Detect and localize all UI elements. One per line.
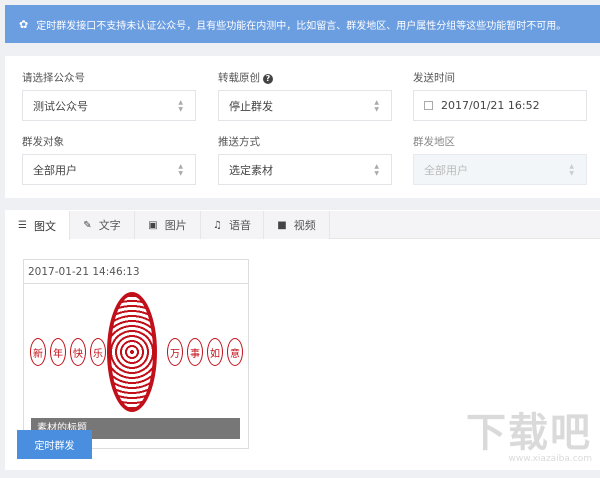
tab-voice[interactable]: ♫ 语音 [201,211,264,239]
image-char: 万 [167,338,183,366]
ornament-medallion [107,292,157,412]
select-arrows-icon: ▲ ▼ [178,99,183,113]
edit-icon: ✎ [83,219,92,231]
tab-news[interactable]: ☰ 图文 [5,211,70,240]
account-value: 测试公众号 [33,99,88,113]
select-arrows-icon: ▲ ▼ [374,99,379,113]
send-time-label: 发送时间 [413,72,455,84]
image-chars-left: 新 年 快 乐 [30,338,106,366]
reprint-select[interactable]: 停止群发 ▲ ▼ [218,90,392,121]
push-mode-value: 选定素材 [229,163,273,177]
select-arrows-icon: ▲ ▼ [569,163,574,177]
image-char: 意 [227,338,243,366]
target-select[interactable]: 全部用户 ▲ ▼ [22,154,196,185]
image-chars-right: 万 事 如 意 [167,338,243,366]
account-select[interactable]: 测试公众号 ▲ ▼ [22,90,196,121]
push-mode-select[interactable]: 选定素材 ▲ ▼ [218,154,392,185]
tab-label: 图片 [164,219,187,232]
image-icon: ▣ [148,219,158,231]
music-icon: ♫ [213,219,222,231]
schedule-send-button[interactable]: 定时群发 [17,430,92,459]
send-time-value: 2017/01/21 16:52 [441,99,540,112]
notice-text: 定时群发接口不支持未认证公众号，且有些功能在内测中，比如留言、群发地区、用户属性… [36,20,567,32]
watermark-logo: 下载吧 [466,410,592,456]
content-type-tabs: ☰ 图文 ✎ 文字 ▣ 图片 ♫ 语音 ■ 视频 [5,211,600,240]
tab-label: 语音 [228,219,251,232]
help-icon[interactable]: ? [263,74,273,84]
account-label: 请选择公众号 [22,72,85,84]
material-date: 2017-01-21 14:46:13 [24,260,248,284]
target-value: 全部用户 [33,163,77,177]
region-select: 全部用户 ▲ ▼ [413,154,587,185]
watermark: 下载吧 www.xiazaiba.com [466,412,592,464]
image-char: 乐 [90,338,106,366]
reprint-value: 停止群发 [229,99,273,113]
material-image: 新 年 快 乐 万 事 如 意 素材的标题 [24,284,248,448]
send-time-input[interactable]: 2017/01/21 16:52 [413,90,587,121]
region-label: 群发地区 [413,136,455,148]
image-char: 新 [30,338,46,366]
tab-video[interactable]: ■ 视频 [264,211,330,239]
image-char: 如 [207,338,223,366]
reprint-label: 转载原创? [218,70,273,85]
select-arrows-icon: ▲ ▼ [374,163,379,177]
region-value: 全部用户 [424,163,468,177]
video-icon: ■ [277,219,287,231]
calendar-icon [424,101,433,110]
material-card[interactable]: 2017-01-21 14:46:13 新 年 快 乐 万 事 如 意 素材的标… [23,259,249,449]
gear-icon: ✿ [19,17,29,31]
tab-label: 文字 [98,219,121,232]
content-panel: ☰ 图文 ✎ 文字 ▣ 图片 ♫ 语音 ■ 视频 2017-01-21 14:46:13 … [5,210,600,470]
push-mode-label: 推送方式 [218,136,260,148]
news-icon: ☰ [18,220,27,231]
tab-label: 图文 [33,219,56,233]
select-arrows-icon: ▲ ▼ [178,163,183,177]
image-char: 年 [50,338,66,366]
image-char: 事 [187,338,203,366]
settings-form: 请选择公众号 测试公众号 ▲ ▼ 转载原创? 停止群发 ▲ ▼ 发送时间 2017/01… [5,56,600,198]
tab-text[interactable]: ✎ 文字 [70,211,135,239]
tab-image[interactable]: ▣ 图片 [135,211,201,239]
target-label: 群发对象 [22,136,64,148]
tab-label: 视频 [293,219,316,232]
image-char: 快 [70,338,86,366]
notice-banner: ✿ 定时群发接口不支持未认证公众号，且有些功能在内测中，比如留言、群发地区、用户… [5,5,600,43]
